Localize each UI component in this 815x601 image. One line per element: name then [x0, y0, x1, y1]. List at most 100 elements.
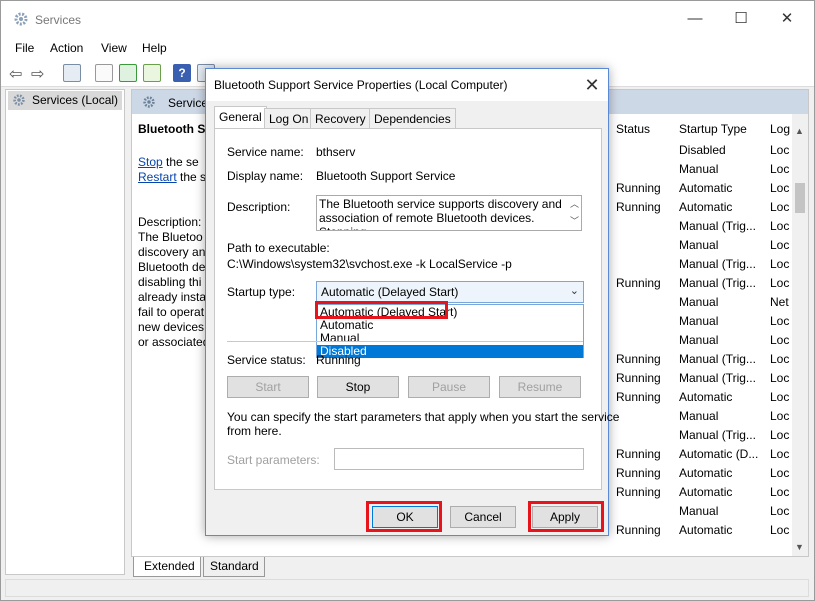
- tab-extended[interactable]: Extended: [133, 557, 201, 577]
- cell-startup: Manual (Trig...: [679, 219, 756, 233]
- start-parameters-label: Start parameters:: [227, 453, 320, 467]
- tab-recovery[interactable]: Recovery: [310, 108, 371, 129]
- stop-button[interactable]: Stop: [317, 376, 399, 398]
- cell-startup: Disabled: [679, 143, 726, 157]
- scroll-thumb[interactable]: [795, 183, 805, 213]
- table-row[interactable]: Running Manual (Trig... Loc: [612, 276, 792, 294]
- window-title: Services: [35, 13, 82, 27]
- dialog-title-bar: Bluetooth Support Service Properties (Lo…: [206, 69, 608, 101]
- annotation-highlight-delayed-start: [315, 301, 448, 319]
- cell-startup: Automatic: [679, 466, 733, 480]
- display-name-value[interactable]: Bluetooth Support Service: [316, 169, 455, 183]
- table-row[interactable]: Running Automatic Loc: [612, 181, 792, 199]
- table-row[interactable]: Manual Loc: [612, 162, 792, 180]
- start-params-help: You can specify the start parameters tha…: [227, 410, 620, 424]
- table-row[interactable]: Manual Loc: [612, 238, 792, 256]
- maximize-button[interactable]: ☐: [726, 7, 756, 31]
- services-gear-icon: [12, 93, 26, 110]
- menu-view[interactable]: View: [101, 41, 127, 55]
- scroll-down-icon[interactable]: ▼: [795, 542, 804, 552]
- description-line: The Bluetoo: [138, 230, 203, 244]
- menu-file[interactable]: File: [15, 41, 34, 55]
- description-value: The Bluetooth service supports discovery…: [319, 197, 562, 230]
- table-row[interactable]: Manual Loc: [612, 504, 792, 522]
- cell-startup: Manual: [679, 314, 719, 328]
- service-name-value: bthserv: [316, 145, 356, 159]
- table-row[interactable]: Running Automatic Loc: [612, 523, 792, 541]
- description-line: fail to operat: [138, 305, 205, 319]
- cell-startup: Manual (Trig...: [679, 276, 756, 290]
- refresh-icon[interactable]: [119, 64, 137, 82]
- export-list-icon[interactable]: [143, 64, 161, 82]
- dialog-title: Bluetooth Support Service Properties (Lo…: [214, 78, 508, 92]
- services-gear-icon: [142, 95, 156, 112]
- close-window-button[interactable]: ✕: [772, 7, 802, 31]
- description-box[interactable]: The Bluetooth service supports discovery…: [316, 195, 582, 231]
- stop-service-line: Stop the se: [138, 155, 199, 170]
- menu-help[interactable]: Help: [142, 41, 167, 55]
- chevron-down-icon[interactable]: ⌄: [570, 284, 579, 297]
- tree-item-services-local[interactable]: Services (Local): [8, 91, 122, 110]
- cell-startup: Manual (Trig...: [679, 257, 756, 271]
- startup-type-select[interactable]: Automatic (Delayed Start) ⌄: [316, 281, 584, 303]
- menu-action[interactable]: Action: [50, 41, 83, 55]
- cell-log: Loc: [770, 162, 790, 176]
- selected-service-title: Bluetooth S: [138, 122, 206, 136]
- table-row[interactable]: Running Manual (Trig... Loc: [612, 371, 792, 389]
- column-log-on[interactable]: Log: [770, 122, 790, 136]
- table-row[interactable]: Running Automatic Loc: [612, 390, 792, 408]
- start-parameters-input[interactable]: [334, 448, 584, 470]
- cell-startup: Manual (Trig...: [679, 352, 756, 366]
- cell-log: Loc: [770, 314, 790, 328]
- stop-service-link[interactable]: Stop: [138, 155, 163, 169]
- tab-dependencies[interactable]: Dependencies: [369, 108, 456, 129]
- back-arrow-icon[interactable]: ⇦: [9, 64, 22, 84]
- table-row[interactable]: Manual Loc: [612, 409, 792, 427]
- tab-log-on[interactable]: Log On: [264, 108, 314, 129]
- tab-general[interactable]: General: [214, 106, 267, 129]
- cell-log: Loc: [770, 504, 790, 518]
- table-row[interactable]: Disabled Loc: [612, 143, 792, 161]
- show-tree-icon[interactable]: [63, 64, 81, 82]
- table-row[interactable]: Manual Loc: [612, 314, 792, 332]
- table-row[interactable]: Manual Loc: [612, 333, 792, 351]
- console-tree: Services (Local): [5, 89, 125, 575]
- table-row[interactable]: Running Automatic Loc: [612, 200, 792, 218]
- cell-log: Loc: [770, 390, 790, 404]
- table-row[interactable]: Manual (Trig... Loc: [612, 257, 792, 275]
- forward-arrow-icon[interactable]: ⇨: [31, 64, 44, 84]
- column-startup-type[interactable]: Startup Type: [679, 122, 747, 136]
- resume-button[interactable]: Resume: [499, 376, 581, 398]
- chevron-down-icon[interactable]: ﹀: [570, 214, 579, 228]
- cell-log: Loc: [770, 371, 790, 385]
- properties-sheet-icon[interactable]: [95, 64, 113, 82]
- minimize-button[interactable]: —: [680, 7, 710, 31]
- table-row[interactable]: Manual Net: [612, 295, 792, 313]
- scroll-up-icon[interactable]: ▲: [795, 126, 804, 136]
- start-params-help-cont: from here.: [227, 424, 282, 438]
- cell-startup: Automatic: [679, 523, 733, 537]
- cell-log: Loc: [770, 238, 790, 252]
- table-row[interactable]: Running Manual (Trig... Loc: [612, 352, 792, 370]
- cell-startup: Automatic: [679, 485, 733, 499]
- description-line: already insta: [138, 290, 207, 304]
- pause-button[interactable]: Pause: [408, 376, 490, 398]
- chevron-up-icon[interactable]: ︿: [570, 197, 579, 211]
- dialog-close-icon[interactable]: ✕: [578, 73, 606, 97]
- restart-service-link[interactable]: Restart: [138, 170, 177, 184]
- cancel-button[interactable]: Cancel: [450, 506, 516, 528]
- help-icon[interactable]: ?: [173, 64, 191, 82]
- table-row[interactable]: Manual (Trig... Loc: [612, 428, 792, 446]
- table-row[interactable]: Running Automatic Loc: [612, 466, 792, 484]
- table-row[interactable]: Running Automatic Loc: [612, 485, 792, 503]
- table-row[interactable]: Manual (Trig... Loc: [612, 219, 792, 237]
- tab-standard[interactable]: Standard: [203, 557, 265, 577]
- cell-startup: Manual: [679, 333, 719, 347]
- cell-log: Loc: [770, 466, 790, 480]
- vertical-scrollbar[interactable]: ▲ ▼: [792, 114, 808, 556]
- start-button[interactable]: Start: [227, 376, 309, 398]
- column-status[interactable]: Status: [616, 122, 650, 136]
- service-name-label: Service name:: [227, 145, 304, 159]
- table-row[interactable]: Running Automatic (D... Loc: [612, 447, 792, 465]
- cell-log: Loc: [770, 276, 790, 290]
